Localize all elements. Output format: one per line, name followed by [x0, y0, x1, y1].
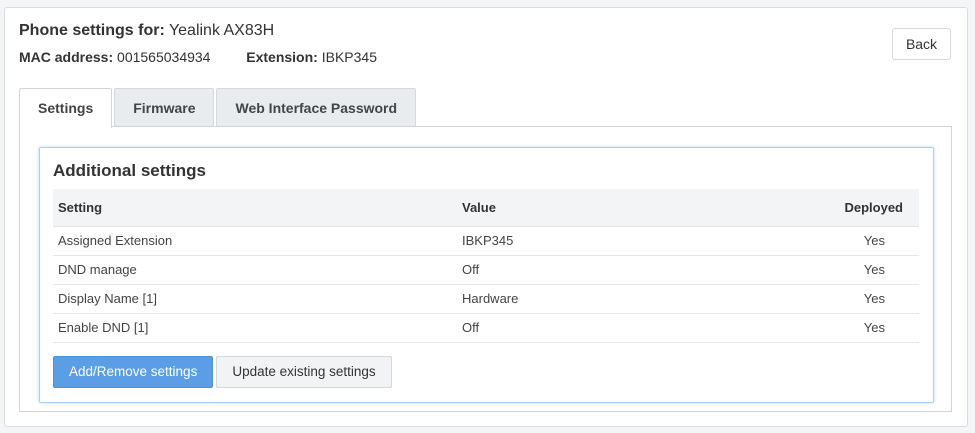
- cell-setting: Enable DND [1]: [53, 313, 457, 343]
- table-row: DND manage Off Yes: [53, 255, 919, 285]
- phone-model: Yealink AX83H: [168, 22, 275, 39]
- phone-settings-panel: Phone settings for: Yealink AX83H MAC ad…: [4, 7, 968, 427]
- cell-value: Off: [457, 313, 787, 343]
- add-remove-settings-button[interactable]: Add/Remove settings: [53, 356, 214, 388]
- title-label: Phone settings for:: [19, 22, 165, 39]
- mac-label: MAC address:: [19, 49, 114, 65]
- tab-settings[interactable]: Settings: [19, 88, 113, 128]
- card-title: Additional settings: [53, 161, 206, 180]
- table-row: Enable DND [1] Off Yes: [53, 313, 919, 343]
- extension-value: IBKP345: [321, 49, 377, 65]
- settings-tab-content: Additional settings Setting Value Deploy…: [19, 126, 952, 412]
- tab-bar: Settings Firmware Web Interface Password: [19, 88, 418, 128]
- table-header-row: Setting Value Deployed: [53, 189, 919, 227]
- cell-setting: Display Name [1]: [53, 284, 457, 314]
- cell-deployed: Yes: [787, 313, 919, 343]
- cell-value: Off: [457, 255, 787, 285]
- mac-value: 001565034934: [117, 49, 211, 65]
- cell-deployed: Yes: [787, 255, 919, 285]
- cell-deployed: Yes: [787, 226, 919, 256]
- extension-label: Extension:: [246, 49, 318, 65]
- table-row: Display Name [1] Hardware Yes: [53, 284, 919, 314]
- cell-value: Hardware: [457, 284, 787, 314]
- cell-setting: Assigned Extension: [53, 226, 457, 256]
- card-actions: Add/Remove settings Update existing sett…: [53, 356, 395, 388]
- page-title: Phone settings for: Yealink AX83H: [19, 21, 274, 41]
- additional-settings-card: Additional settings Setting Value Deploy…: [39, 147, 934, 403]
- cell-deployed: Yes: [787, 284, 919, 314]
- cell-setting: DND manage: [53, 255, 457, 285]
- tab-firmware[interactable]: Firmware: [114, 88, 215, 127]
- column-header-setting: Setting: [53, 189, 457, 227]
- table-row: Assigned Extension IBKP345 Yes: [53, 226, 919, 256]
- cell-value: IBKP345: [457, 226, 787, 256]
- phone-meta: MAC address: 001565034934 Extension: IBK…: [19, 48, 377, 66]
- column-header-value: Value: [457, 189, 787, 227]
- tab-web-interface-password[interactable]: Web Interface Password: [216, 88, 417, 127]
- back-button[interactable]: Back: [892, 28, 951, 60]
- settings-table: Setting Value Deployed Assigned Extensio…: [53, 189, 919, 343]
- column-header-deployed: Deployed: [787, 189, 919, 227]
- update-existing-settings-button[interactable]: Update existing settings: [216, 356, 392, 388]
